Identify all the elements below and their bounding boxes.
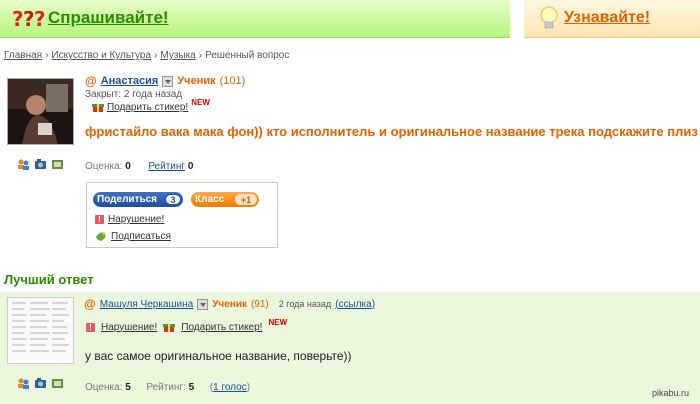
answer-rank-value: 5	[188, 382, 195, 393]
breadcrumb-art-culture[interactable]: Искусство и Культура	[51, 50, 151, 61]
question-marks-icon: ? ? ?	[12, 7, 46, 30]
answer-text: у вас самое оригинальное название, повер…	[85, 349, 352, 363]
rank-value: 0	[187, 161, 194, 172]
rank-link[interactable]: Рейтинг	[148, 161, 185, 172]
share-count: 3	[165, 194, 181, 205]
answer-time: 2 года назад	[278, 299, 332, 309]
breadcrumb-separator: ›	[154, 50, 158, 61]
class-count: +1	[235, 194, 257, 205]
video-icon[interactable]	[51, 377, 64, 389]
share-button[interactable]: Поделиться 3	[93, 192, 183, 207]
friends-icon[interactable]	[17, 377, 30, 389]
avatar-photo	[8, 298, 73, 363]
ask-link[interactable]: Спрашивайте!	[48, 8, 169, 28]
answer-author-name[interactable]: Машуля Черкашина	[100, 299, 193, 310]
rating-label: Оценка:	[85, 161, 123, 172]
bulb-icon	[540, 6, 558, 29]
avatar-photo	[8, 79, 73, 144]
question-text: фристайло вака мака фон)) кто исполнител…	[85, 124, 698, 139]
svg-text:?: ?	[23, 7, 35, 30]
question-closed-time: Закрыт: 2 года назад	[85, 89, 183, 100]
breadcrumb-home[interactable]: Главная	[4, 50, 42, 61]
answer-author-points: (91)	[250, 298, 269, 310]
gift-icon	[92, 104, 104, 112]
site-watermark: pikabu.ru	[652, 388, 690, 398]
svg-text:?: ?	[34, 7, 46, 30]
gift-icon	[163, 324, 176, 332]
at-icon: @	[84, 297, 96, 311]
question-gift-sticker: Подарить стикер! NEW	[92, 97, 210, 113]
question-author-avatar[interactable]	[7, 78, 74, 145]
svg-text:?: ?	[12, 7, 24, 30]
answer-rank-label: Рейтинг:	[146, 382, 186, 393]
question-author-line: @ Анастасия Ученик (101)	[85, 74, 245, 88]
ask-header-bar[interactable]: ? ? ? Спрашивайте!	[0, 0, 510, 38]
new-badge: NEW	[268, 317, 288, 327]
answer-votes-link[interactable]: 1 голос	[213, 382, 247, 393]
answer-author-avatar[interactable]	[7, 297, 74, 364]
answer-permalink[interactable]: (ссылка)	[335, 299, 375, 310]
answer-stats: Оценка: 5 Рейтинг: 5 (1 голос)	[85, 382, 251, 393]
photo-icon[interactable]	[34, 377, 47, 389]
question-author-points: (101)	[219, 75, 246, 87]
breadcrumb: Главная › Искусство и Культура › Музыка › Реше…	[4, 50, 289, 61]
rating-value: 0	[125, 161, 131, 172]
learn-header-bar[interactable]: Узнавайте!	[524, 0, 700, 38]
subscribe-row: Подписаться	[95, 231, 171, 242]
breadcrumb-separator: ›	[198, 50, 203, 61]
share-box: Поделиться 3 Класс +1 ! Нарушение! Подпи…	[86, 182, 278, 248]
question-user-icons	[17, 158, 64, 170]
breadcrumb-music[interactable]: Музыка	[160, 50, 195, 61]
answer-report-link[interactable]: Нарушение!	[101, 322, 157, 333]
answer-author-rank: Ученик	[212, 298, 247, 310]
question-author-rank: Ученик	[177, 75, 216, 87]
report-link[interactable]: Нарушение!	[108, 214, 164, 225]
answer-gift-sticker-link[interactable]: Подарить стикер!	[181, 322, 262, 333]
dropdown-icon[interactable]	[162, 75, 174, 87]
photo-icon[interactable]	[34, 158, 47, 170]
at-icon: @	[85, 74, 97, 88]
best-answer-title: Лучший ответ	[4, 272, 94, 287]
subscribe-icon	[96, 232, 106, 241]
friends-icon[interactable]	[17, 158, 30, 170]
video-icon[interactable]	[51, 158, 64, 170]
answer-rating-value: 5	[125, 382, 131, 393]
learn-link[interactable]: Узнавайте!	[564, 9, 650, 27]
share-label: Поделиться	[97, 194, 158, 205]
report-row: ! Нарушение!	[95, 214, 164, 225]
breadcrumb-separator: ›	[45, 50, 49, 61]
answer-user-icons	[17, 377, 64, 389]
answer-author-line: @ Машуля Черкашина Ученик (91) 2 года на…	[84, 297, 375, 311]
warning-icon: !	[95, 215, 104, 224]
class-button[interactable]: Класс +1	[191, 192, 259, 207]
answer-actions: ! Нарушение! Подарить стикер! NEW	[86, 317, 288, 333]
subscribe-link[interactable]: Подписаться	[111, 231, 171, 242]
question-stats: Оценка: 0 Рейтинг 0	[85, 161, 193, 172]
dropdown-icon[interactable]	[197, 298, 209, 310]
new-badge: NEW	[191, 97, 210, 107]
breadcrumb-current: Решенный вопрос	[205, 50, 290, 61]
question-author-name[interactable]: Анастасия	[101, 75, 159, 87]
warning-icon: !	[86, 322, 95, 332]
gift-sticker-link[interactable]: Подарить стикер!	[107, 102, 188, 113]
class-label: Класс	[195, 194, 225, 205]
answer-rating-label: Оценка:	[85, 382, 123, 393]
